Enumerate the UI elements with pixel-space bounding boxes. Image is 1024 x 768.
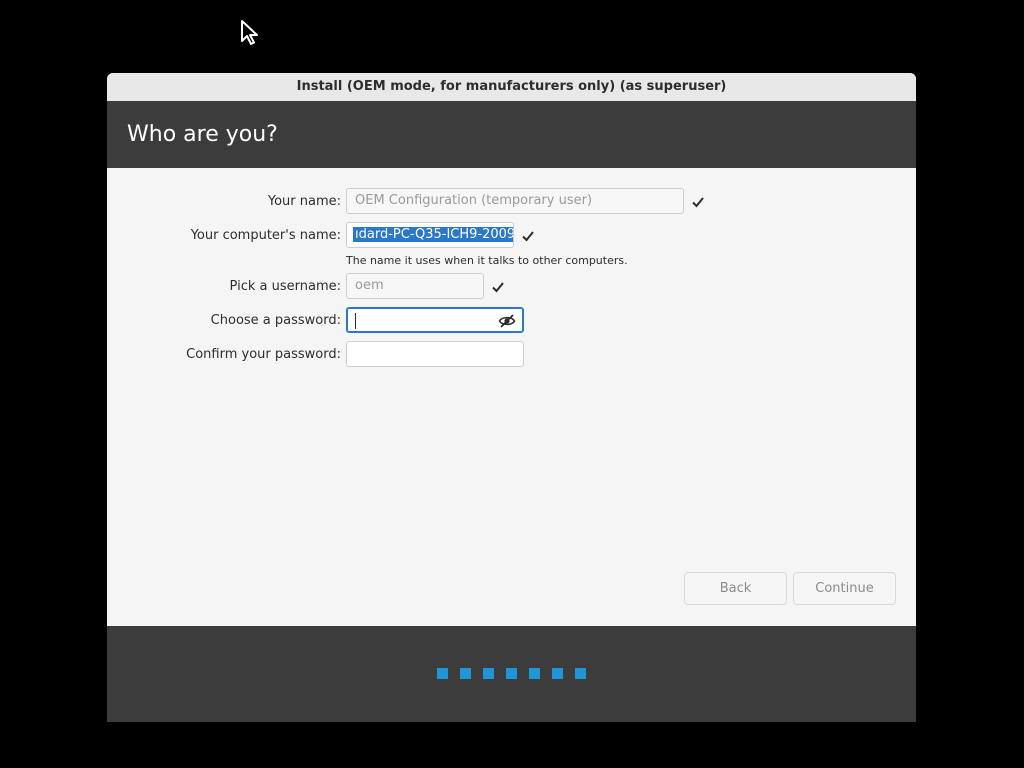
page-title: Who are you? [107,101,916,168]
progress-dot [529,668,540,679]
computer-name-input[interactable]: ıdard-PC-Q35-ICH9-2009 [346,222,514,248]
progress-dot [506,668,517,679]
your-name-input[interactable]: OEM Configuration (temporary user) [346,188,684,214]
confirm-password-row: Confirm your password: [107,341,916,369]
selected-text: ıdard-PC-Q35-ICH9-2009 [353,227,513,242]
progress-dot [483,668,494,679]
mouse-pointer-icon [241,20,258,45]
installer-window: Install (OEM mode, for manufacturers onl… [107,73,916,722]
computer-name-row: Your computer's name: ıdard-PC-Q35-ICH9-… [107,222,916,250]
your-name-label: Your name: [267,194,341,209]
password-row: Choose a password: [107,307,916,335]
computer-name-hint: The name it uses when it talks to other … [346,254,628,267]
checkmark-icon [692,197,704,208]
progress-dot [575,668,586,679]
username-row: Pick a username: oem [107,273,916,301]
your-name-row: Your name: OEM Configuration (temporary … [107,188,916,216]
progress-dot [437,668,448,679]
computer-name-label: Your computer's name: [190,228,341,243]
progress-dot [552,668,563,679]
continue-button[interactable]: Continue [793,572,896,605]
text-caret [355,313,356,329]
confirm-password-label: Confirm your password: [186,347,341,362]
username-input[interactable]: oem [346,273,484,299]
progress-dot [460,668,471,679]
window-title: Install (OEM mode, for manufacturers onl… [107,73,916,101]
password-input[interactable] [346,307,524,333]
eye-slash-icon[interactable] [498,312,516,330]
checkmark-icon [492,282,504,293]
checkmark-icon [522,231,534,242]
confirm-password-input[interactable] [346,341,524,367]
username-label: Pick a username: [229,279,341,294]
user-form: Your name: OEM Configuration (temporary … [107,168,916,626]
password-label: Choose a password: [210,313,341,328]
progress-footer [107,626,916,722]
back-button[interactable]: Back [684,572,787,605]
